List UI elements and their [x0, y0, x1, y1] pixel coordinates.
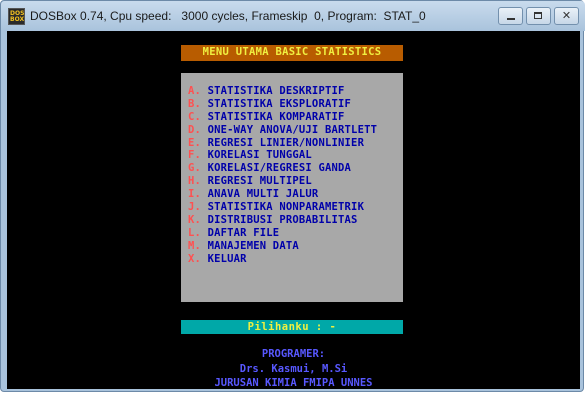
menu-item-label: REGRESI LINIER/NONLINIER — [207, 136, 365, 149]
menu-header-bar: MENU UTAMA BASIC STATISTICS — [181, 45, 403, 61]
menu-item-key: G. — [188, 162, 202, 175]
menu-item-label: KORELASI TUNGGAL — [207, 149, 312, 162]
menu-item[interactable]: A. STATISTIKA DESKRIPTIF — [188, 85, 377, 98]
menu-item-key: X. — [188, 252, 202, 265]
menu-item-label: DISTRIBUSI PROBABILITAS — [207, 213, 358, 226]
menu-list: A. STATISTIKA DESKRIPTIF B. STATISTIKA EK… — [188, 85, 377, 265]
menu-item[interactable]: E. REGRESI LINIER/NONLINIER — [188, 137, 377, 150]
menu-item[interactable]: K. DISTRIBUSI PROBABILITAS — [188, 214, 377, 227]
menu-item-key: M. — [188, 239, 202, 252]
menu-item[interactable]: X. KELUAR — [188, 253, 377, 266]
choice-prompt: Pilihanku : - — [247, 321, 337, 333]
menu-item-key: E. — [188, 136, 202, 149]
menu-item[interactable]: C. STATISTIKA KOMPARATIF — [188, 111, 377, 124]
maximize-icon — [527, 8, 550, 24]
menu-item-label: STATISTIKA EKSPLORATIF — [207, 97, 352, 110]
app-icon-text-bottom: BOX — [10, 16, 25, 23]
menu-item-key: A. — [188, 85, 202, 97]
close-button[interactable]: ✕ — [554, 7, 579, 25]
window-title: DOSBox 0.74, Cpu speed: 3000 cycles, Fra… — [30, 9, 426, 23]
menu-item-key: K. — [188, 213, 202, 226]
menu-item[interactable]: L. DAFTAR FILE — [188, 227, 377, 240]
menu-item-key: C. — [188, 110, 202, 123]
dosbox-window: DOS BOX DOSBox 0.74, Cpu speed: 3000 cyc… — [0, 0, 585, 392]
menu-item-key: J. — [188, 201, 202, 214]
menu-item-label: ONE-WAY ANOVA/UJI BARTLETT — [207, 123, 378, 136]
menu-box: A. STATISTIKA DESKRIPTIF B. STATISTIKA EK… — [181, 73, 403, 302]
menu-item[interactable]: B. STATISTIKA EKSPLORATIF — [188, 98, 377, 111]
menu-item-label: KELUAR — [207, 252, 247, 265]
menu-item[interactable]: J. STATISTIKA NONPARAMETRIK — [188, 201, 377, 214]
menu-header-title: MENU UTAMA BASIC STATISTICS — [202, 46, 382, 58]
minimize-icon — [499, 8, 522, 24]
dos-screen[interactable]: MENU UTAMA BASIC STATISTICS A. STATISTIK… — [7, 31, 580, 389]
menu-item-label: MANAJEMEN DATA — [207, 239, 299, 252]
menu-item[interactable]: I. ANAVA MULTI JALUR — [188, 188, 377, 201]
menu-item-label: STATISTIKA KOMPARATIF — [207, 110, 345, 123]
programmer-heading: PROGRAMER: — [261, 348, 326, 360]
menu-item-key: L. — [188, 226, 202, 239]
maximize-button[interactable] — [526, 7, 551, 25]
menu-item-label: DAFTAR FILE — [207, 226, 280, 239]
menu-item-key: F. — [188, 149, 202, 162]
menu-item[interactable]: D. ONE-WAY ANOVA/UJI BARTLETT — [188, 124, 377, 137]
close-icon: ✕ — [561, 9, 572, 22]
minimize-button[interactable] — [498, 7, 523, 25]
department-name: JURUSAN KIMIA FMIPA UNNES — [214, 377, 373, 389]
menu-item[interactable]: M. MANAJEMEN DATA — [188, 240, 377, 253]
menu-item[interactable]: H. REGRESI MULTIPEL — [188, 175, 377, 188]
menu-item[interactable]: F. KORELASI TUNGGAL — [188, 149, 377, 162]
menu-item-label: KORELASI/REGRESI GANDA — [207, 162, 352, 175]
menu-item-label: STATISTIKA DESKRIPTIF — [207, 85, 345, 97]
menu-item[interactable]: G. KORELASI/REGRESI GANDA — [188, 162, 377, 175]
dosbox-app-icon[interactable]: DOS BOX — [8, 8, 25, 25]
menu-item-key: D. — [188, 123, 202, 136]
choice-prompt-bar[interactable]: Pilihanku : - — [181, 320, 403, 334]
menu-item-key: B. — [188, 97, 202, 110]
programmer-name: Drs. Kasmui, M.Si — [239, 363, 348, 375]
menu-item-label: STATISTIKA NONPARAMETRIK — [207, 201, 365, 214]
menu-item-label: ANAVA MULTI JALUR — [207, 188, 319, 201]
menu-item-label: REGRESI MULTIPEL — [207, 175, 312, 188]
menu-item-key: I. — [188, 188, 202, 201]
menu-item-key: H. — [188, 175, 202, 188]
title-bar[interactable]: DOS BOX DOSBox 0.74, Cpu speed: 3000 cyc… — [1, 1, 585, 31]
